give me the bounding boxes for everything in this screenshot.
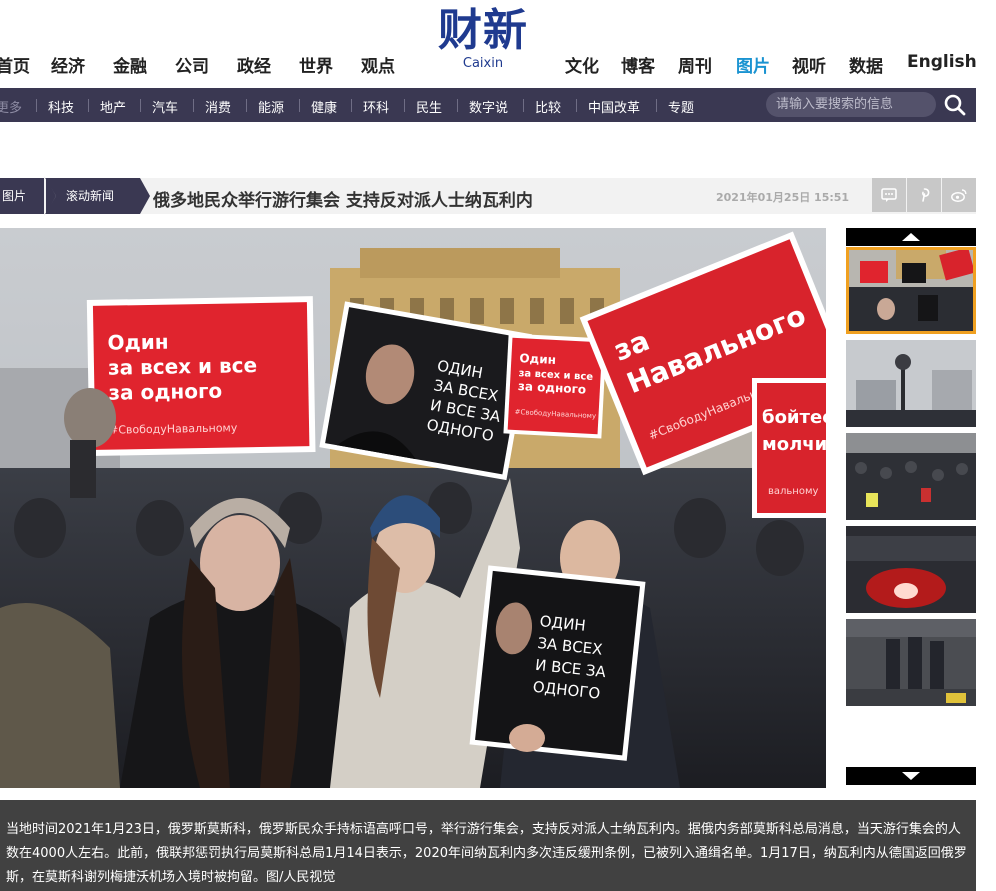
thumbnail-2[interactable]	[846, 340, 976, 427]
nav-world[interactable]: 世界	[299, 52, 333, 77]
divider	[193, 99, 194, 112]
sub-environment[interactable]: 环科	[363, 97, 389, 116]
arrow-up-icon	[902, 233, 920, 241]
thumbnail-5[interactable]	[846, 619, 976, 706]
search-icon[interactable]	[943, 93, 967, 117]
thumbnail-4[interactable]	[846, 526, 976, 613]
share-pinterest-button[interactable]	[907, 178, 941, 212]
article-header-bar: 图片 滚动新闻 俄多地民众举行游行集会 支持反对派人士纳瓦利内 2021年01月…	[0, 176, 976, 216]
divider	[88, 99, 89, 112]
sub-more[interactable]: 更多	[0, 97, 22, 116]
breadcrumb-arrow	[46, 178, 56, 214]
top-navigation: 首页 经济 金融 公司 政经 世界 观点 财新 Caixin 文化 博客 周刊 …	[0, 0, 996, 88]
nav-data[interactable]: 数据	[849, 52, 883, 77]
thumb-scroll-down-button[interactable]	[846, 767, 976, 785]
nav-economy[interactable]: 经济	[51, 52, 85, 77]
divider	[576, 99, 577, 112]
thumbnail-3[interactable]	[846, 433, 976, 520]
nav-english[interactable]: English	[907, 52, 977, 72]
sign1-tag: #СвободуНавальному	[109, 421, 238, 436]
divider	[246, 99, 247, 112]
channel-bar: 更多 科技 地产 汽车 消费 能源 健康 环科 民生 数字说 比较 中国改革 专…	[0, 88, 976, 122]
thumb-image-lamp-post	[846, 340, 976, 427]
nav-photos[interactable]: 图片	[736, 52, 770, 77]
sign6-text-2: молчит	[762, 434, 826, 455]
thumb-image-flare	[846, 526, 976, 613]
sub-livelihood[interactable]: 民生	[416, 97, 442, 116]
sub-digital[interactable]: 数字说	[469, 97, 508, 116]
sub-energy[interactable]: 能源	[258, 97, 284, 116]
nav-culture[interactable]: 文化	[565, 52, 599, 77]
thumb-scroll-up-button[interactable]	[846, 228, 976, 246]
divider	[351, 99, 352, 112]
thumbnail-1[interactable]	[846, 247, 976, 334]
share-comment-button[interactable]	[872, 178, 906, 212]
divider	[523, 99, 524, 112]
arrow-down-icon	[902, 772, 920, 780]
breadcrumb-photos[interactable]: 图片	[0, 178, 46, 214]
sub-china-reform[interactable]: 中国改革	[588, 97, 640, 116]
share-weibo-button[interactable]	[942, 178, 976, 212]
breadcrumb-rolling-news[interactable]: 滚动新闻	[46, 178, 140, 214]
sub-topics[interactable]: 专题	[668, 97, 694, 116]
comment-icon	[881, 188, 897, 202]
nav-opinion[interactable]: 观点	[361, 52, 395, 77]
divider	[140, 99, 141, 112]
caption-text: 当地时间2021年1月23日，俄罗斯莫斯科，俄罗斯民众手持标语高呼口号，举行游行…	[6, 822, 967, 885]
divider	[299, 99, 300, 112]
sign6-text-1: бойтес	[762, 407, 826, 428]
photo-caption: 当地时间2021年1月23日，俄罗斯莫斯科，俄罗斯民众手持标语高呼口号，举行游行…	[0, 800, 976, 891]
article-title: 俄多地民众举行游行集会 支持反对派人士纳瓦利内	[153, 191, 533, 211]
nav-finance[interactable]: 金融	[113, 52, 147, 77]
sign3-text-1: Один	[519, 351, 556, 367]
search-input[interactable]	[766, 92, 936, 117]
breadcrumb-arrow	[140, 178, 150, 214]
sign1-text-3: за одного	[108, 379, 222, 405]
caixin-logo[interactable]: 财新 Caixin	[428, 6, 538, 78]
nav-politics[interactable]: 政经	[237, 52, 271, 77]
sign1-text-1: Один	[107, 330, 168, 355]
weibo-icon	[951, 189, 967, 203]
nav-weekly[interactable]: 周刊	[678, 52, 712, 77]
pin-icon	[922, 188, 930, 202]
divider	[404, 99, 405, 112]
nav-home[interactable]: 首页	[0, 52, 30, 77]
divider	[656, 99, 657, 112]
sign6-tag: вальному	[768, 486, 819, 497]
sign1-text-2: за всех и все	[108, 353, 257, 380]
nav-blog[interactable]: 博客	[621, 52, 655, 77]
protest-photo: Один за всех и все за одного #СвободуНав…	[0, 228, 826, 788]
thumb-image-riot-police	[846, 619, 976, 706]
logo-text-en: Caixin	[462, 56, 504, 71]
main-photo[interactable]: Один за всех и все за одного #СвободуНав…	[0, 228, 826, 788]
thumb-image-protest-signs	[846, 247, 976, 334]
sub-consumer[interactable]: 消费	[205, 97, 231, 116]
article-date: 2021年01月25日 15:51	[716, 191, 850, 204]
sub-realestate[interactable]: 地产	[100, 97, 126, 116]
divider	[36, 99, 37, 112]
thumb-image-crowd	[846, 433, 976, 520]
sub-compare[interactable]: 比较	[535, 97, 561, 116]
nav-companies[interactable]: 公司	[175, 52, 209, 77]
sub-health[interactable]: 健康	[311, 97, 337, 116]
divider	[457, 99, 458, 112]
logo-text-cn: 财新	[438, 5, 528, 56]
nav-video[interactable]: 视听	[792, 52, 826, 77]
sub-tech[interactable]: 科技	[48, 97, 74, 116]
sub-auto[interactable]: 汽车	[152, 97, 178, 116]
